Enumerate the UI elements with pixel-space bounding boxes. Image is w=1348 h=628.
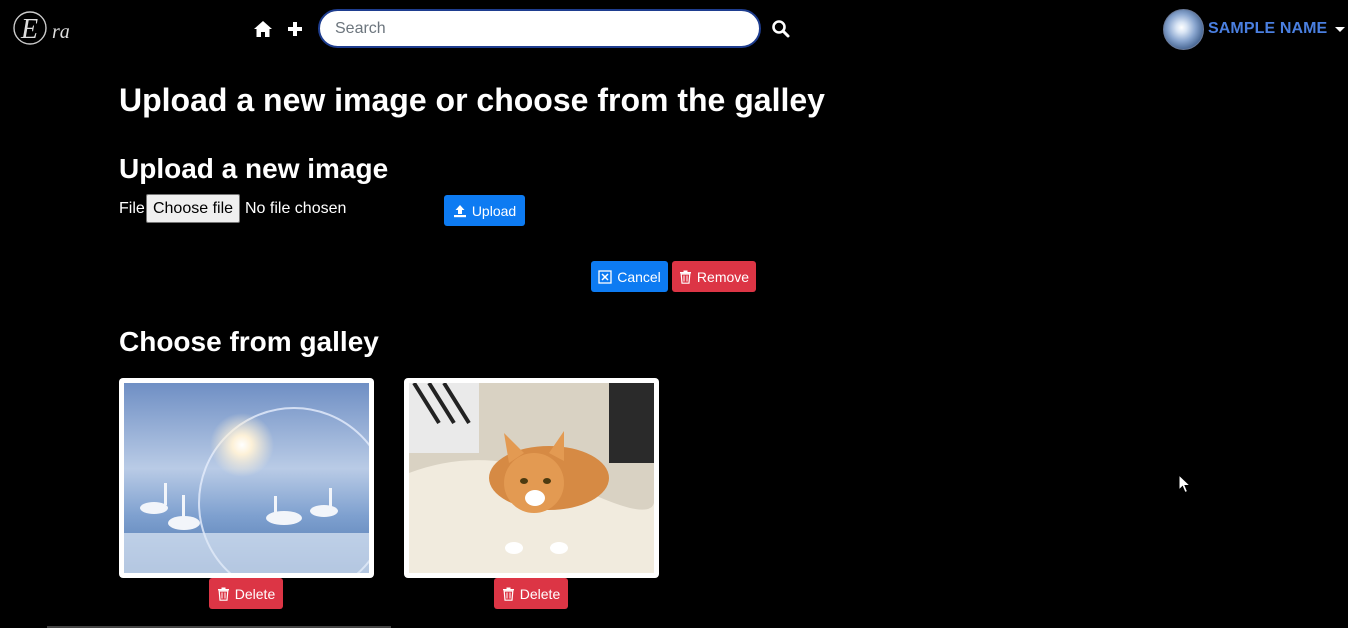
delete-button-label: Delete xyxy=(234,585,276,602)
user-menu[interactable]: SAMPLE NAME xyxy=(1163,8,1346,50)
trash-icon xyxy=(502,587,514,601)
trash-icon xyxy=(679,270,691,284)
kitten-image xyxy=(409,383,654,573)
svg-text:E: E xyxy=(20,14,38,45)
trash-icon xyxy=(217,587,229,601)
page-title: Upload a new image or choose from the ga… xyxy=(119,82,825,118)
user-name: SAMPLE NAME xyxy=(1208,20,1328,37)
search-input[interactable] xyxy=(318,9,761,48)
close-icon xyxy=(598,269,612,284)
swans-winter-image xyxy=(124,383,369,573)
remove-button-label: Remove xyxy=(696,268,750,285)
cancel-button[interactable]: Cancel xyxy=(591,261,668,292)
svg-text:ra: ra xyxy=(52,21,70,43)
upload-section-title: Upload a new image xyxy=(119,153,389,184)
home-icon[interactable] xyxy=(252,18,274,40)
upload-button-label: Upload xyxy=(471,202,517,219)
search-icon[interactable] xyxy=(770,18,792,40)
mouse-cursor-icon xyxy=(1178,474,1192,494)
delete-button[interactable]: Delete xyxy=(209,578,283,609)
file-status: No file chosen xyxy=(245,200,347,217)
choose-file-button[interactable]: Choose file xyxy=(146,194,240,223)
navbar: E ra SAMPLE NAME xyxy=(0,0,1348,58)
chevron-down-icon xyxy=(1335,26,1346,32)
file-label: File: xyxy=(119,200,150,217)
delete-button-label: Delete xyxy=(519,585,561,602)
avatar xyxy=(1163,8,1204,50)
gallery-section-title: Choose from galley xyxy=(119,326,379,357)
plus-icon[interactable] xyxy=(284,18,306,40)
gallery-item[interactable] xyxy=(404,378,659,578)
gallery-item[interactable] xyxy=(119,378,374,578)
cancel-button-label: Cancel xyxy=(617,268,661,285)
era-logo[interactable]: E ra xyxy=(12,8,82,48)
upload-icon xyxy=(453,204,466,217)
remove-button[interactable]: Remove xyxy=(672,261,756,292)
upload-button[interactable]: Upload xyxy=(444,195,525,226)
delete-button[interactable]: Delete xyxy=(494,578,568,609)
